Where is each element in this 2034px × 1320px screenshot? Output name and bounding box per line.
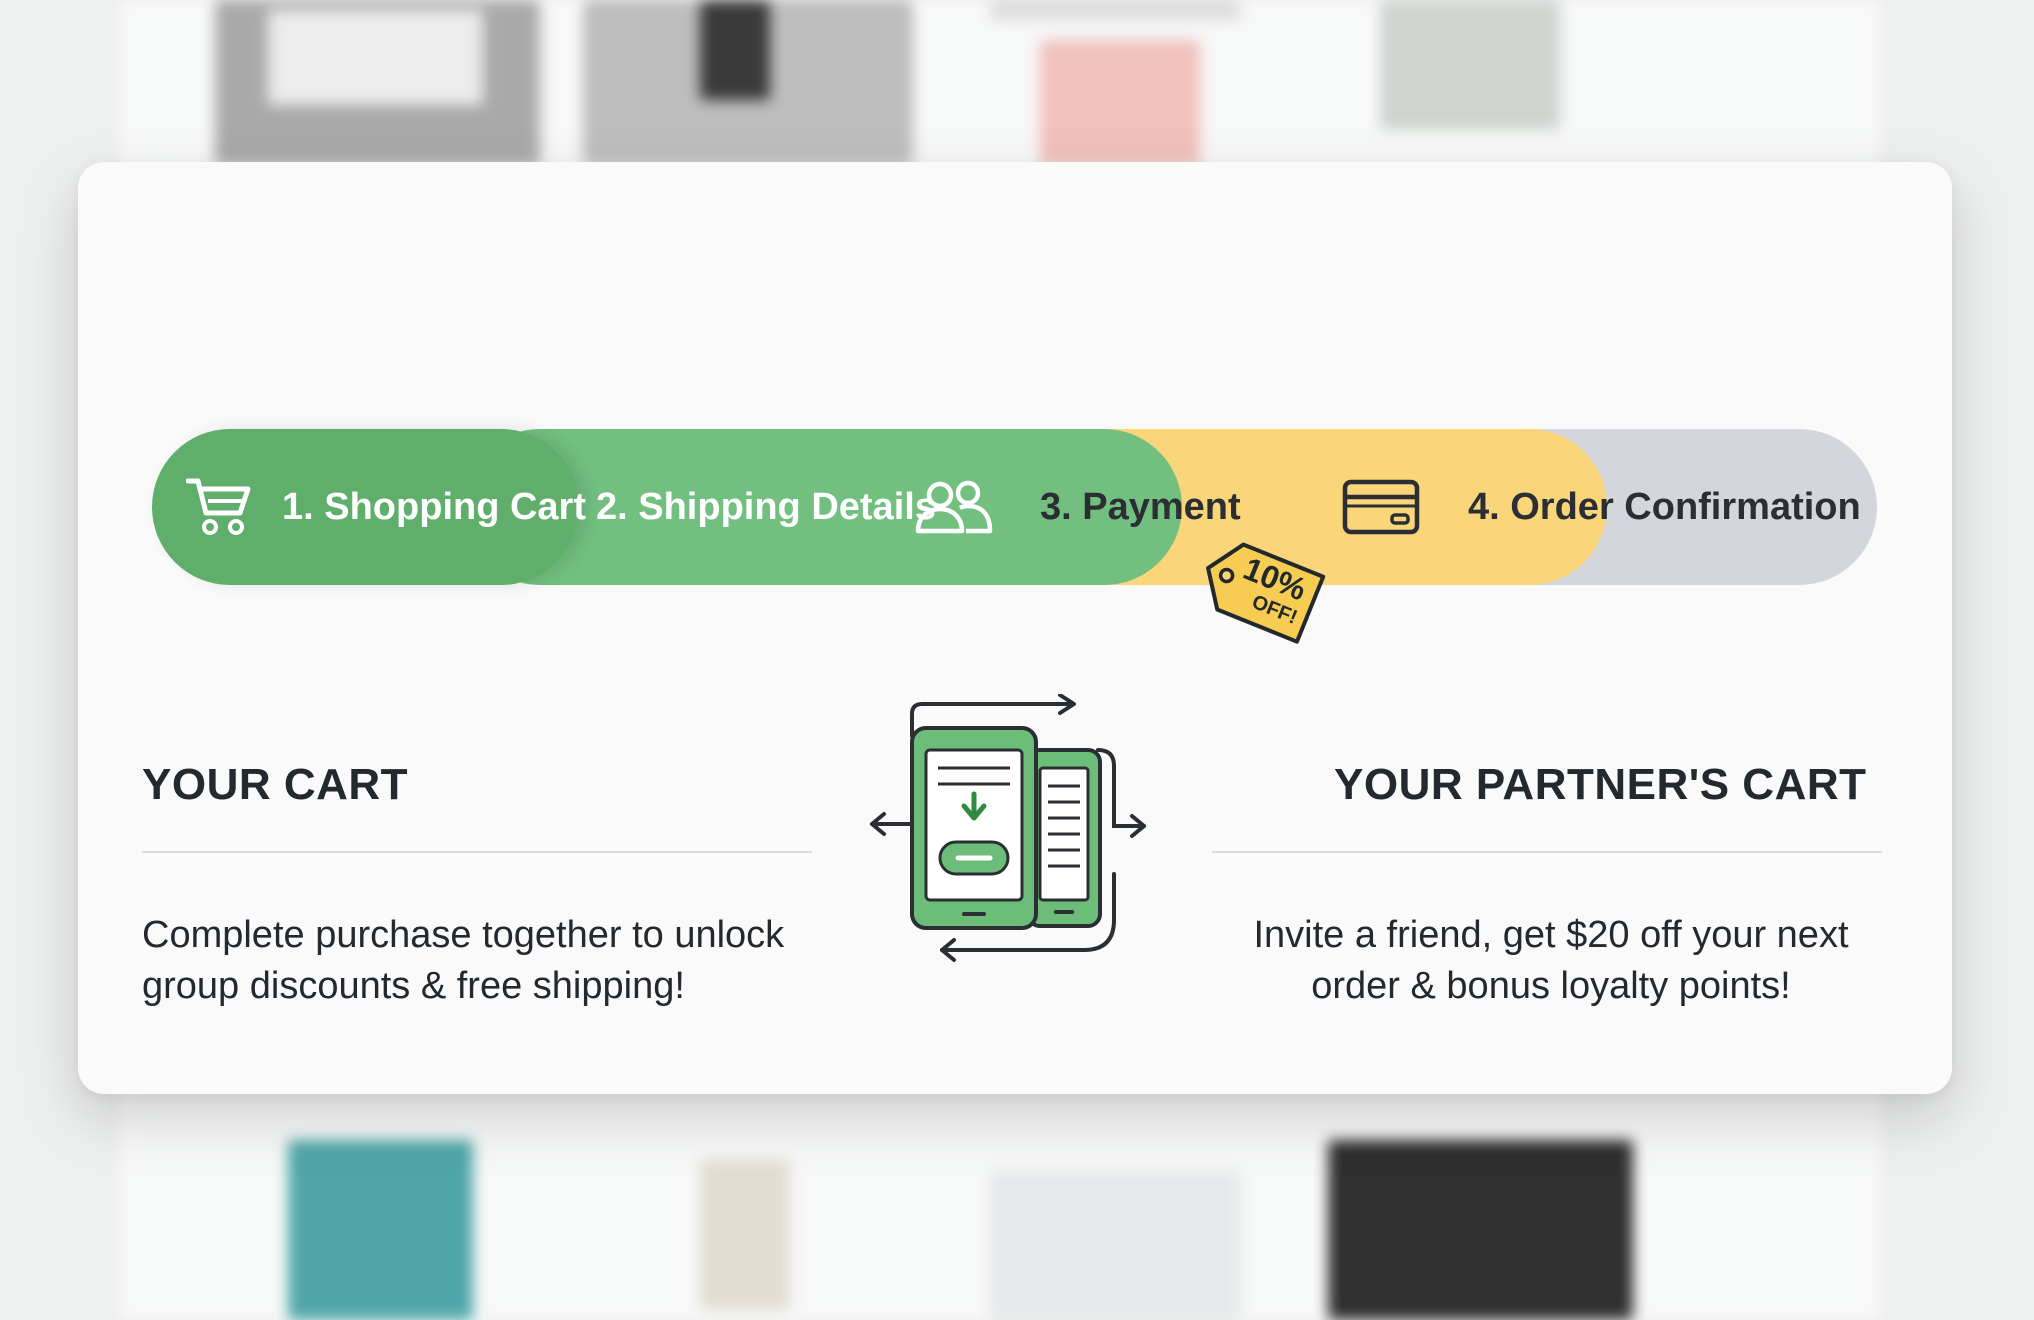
your-cart-text: Complete purchase together to unlock gro… [142,914,785,1007]
partner-cart-divider [1212,851,1882,853]
cart-icon [186,478,251,535]
checkout-progress-bar: 1. Shopping Cart 2. Shipping Details 3. … [152,429,1877,585]
step-label-payment: 3. Payment [1040,486,1241,528]
your-cart-heading: YOUR CART [142,760,409,809]
step-label-shopping-cart: 1. Shopping Cart [282,486,586,528]
partner-cart-text: Invite a friend, get $20 off your next o… [1253,914,1849,1007]
credit-card-icon [1342,479,1420,535]
your-cart-divider [142,851,812,853]
partner-cart-heading: YOUR PARTNER'S CART [1334,760,1867,809]
users-icon [915,480,993,534]
phone-sync-icon [870,694,1146,962]
step-label-order-confirmation: 4. Order Confirmation [1468,486,1861,528]
step-label-shipping-details: 2. Shipping Details [596,486,936,528]
